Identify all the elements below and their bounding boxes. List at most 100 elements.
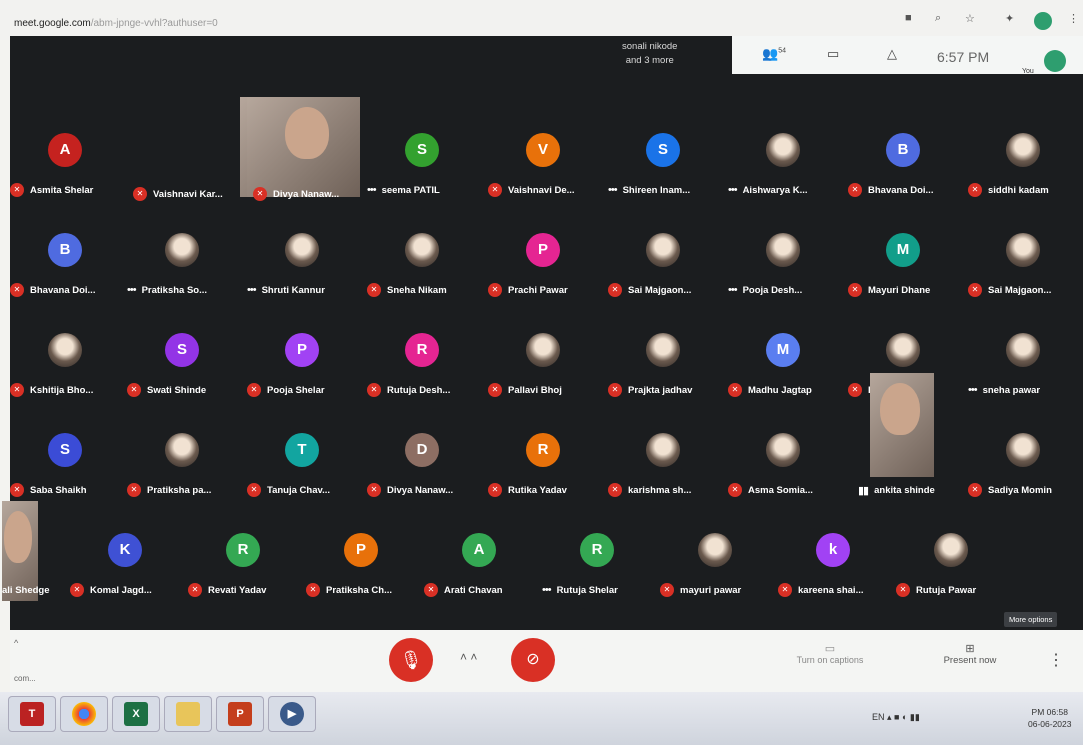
- participant-tile[interactable]: ✕ Vaishnavi Kar...: [127, 97, 353, 211]
- more-controls-arrows-icon[interactable]: ˄ ˄: [460, 650, 477, 664]
- more-options-icon[interactable]: ⋮: [1048, 650, 1064, 670]
- mic-off-icon: 🎙: [399, 650, 423, 670]
- mic-muted-icon: ✕: [728, 383, 742, 397]
- participant-tile[interactable]: A ✕ Asmita Shelar: [10, 111, 130, 211]
- participant-face: [880, 383, 920, 435]
- taskbar-excel[interactable]: X: [112, 696, 160, 732]
- participant-tile[interactable]: R ✕ Revati Yadav: [188, 511, 308, 611]
- speaking-indicator-icon: ▮▮: [858, 484, 869, 497]
- mic-muted-icon: ✕: [127, 383, 141, 397]
- participant-tile[interactable]: K ✕ Komal Jagd...: [70, 511, 190, 611]
- participant-photo: [1006, 333, 1040, 367]
- participant-label: ✕ kareena shai...: [778, 581, 863, 599]
- captions-button[interactable]: ▭ Turn on captions: [785, 642, 875, 665]
- browser-menu-icon[interactable]: ⋮: [1068, 12, 1079, 25]
- you-label: You: [1022, 68, 1034, 75]
- taskbar-clock[interactable]: PM 06:58 06-06-2023: [1028, 706, 1071, 730]
- participant-name: siddhi kadam: [988, 184, 1049, 196]
- taskbar-powerpoint[interactable]: P: [216, 696, 264, 732]
- participant-tile[interactable]: S ✕ Saba Shaikh: [10, 411, 130, 511]
- address-bar[interactable]: meet.google.com/abm-jpnge-vvhl?authuser=…: [14, 18, 218, 29]
- camera-icon[interactable]: ■: [905, 12, 912, 24]
- participant-tile[interactable]: ✕ Rutuja Pawar: [896, 511, 1016, 611]
- system-tray[interactable]: EN ▴ ■ ◐ ▮▮: [872, 712, 920, 723]
- participant-tile[interactable]: ••• Pooja Desh...: [728, 211, 848, 311]
- participant-tile[interactable]: M ✕ Mayuri Dhane: [848, 211, 968, 311]
- participant-tile[interactable]: P ✕ Pratiksha Ch...: [306, 511, 426, 611]
- participant-label: ✕ Prajkta jadhav: [608, 381, 692, 399]
- participant-label: ••• seema PATIL: [367, 181, 440, 199]
- participant-tile[interactable]: ✕ Asma Somia...: [728, 411, 848, 511]
- participant-tile[interactable]: ✕ Sadiya Momin: [968, 411, 1083, 511]
- participant-tile[interactable]: S ✕ Swati Shinde: [127, 311, 247, 411]
- participant-name: Asma Somia...: [748, 484, 813, 496]
- participant-tile[interactable]: ✕ Pratiksha pa...: [127, 411, 247, 511]
- participant-tile[interactable]: ✕ Divya Nanaw...: [247, 97, 367, 211]
- participant-tile[interactable]: D ✕ Divya Nanaw...: [367, 411, 487, 511]
- participant-tile[interactable]: S ••• Shireen Inam...: [608, 111, 728, 211]
- self-avatar[interactable]: [1044, 50, 1066, 72]
- participant-photo: [934, 533, 968, 567]
- participant-tile[interactable]: B ✕ Bhavana Doi...: [10, 211, 130, 311]
- participant-photo: [48, 333, 82, 367]
- mic-off-button[interactable]: 🎙: [389, 638, 433, 682]
- participant-tile[interactable]: A ✕ Arati Chavan: [424, 511, 544, 611]
- participant-tile[interactable]: ✕ Prajkta jadhav: [608, 311, 728, 411]
- participant-tile[interactable]: ✕ Sneha Nikam: [367, 211, 487, 311]
- taskbar-explorer[interactable]: [164, 696, 212, 732]
- participant-tile[interactable]: k ✕ kareena shai...: [778, 511, 898, 611]
- profile-avatar[interactable]: [1034, 12, 1052, 30]
- audio-indicator-icon: •••: [247, 284, 257, 296]
- chat-icon[interactable]: ▭: [827, 46, 839, 62]
- participant-tile[interactable]: P ✕ Pooja Shelar: [247, 311, 367, 411]
- taskbar-media[interactable]: ▶: [268, 696, 316, 732]
- participant-name: Pratiksha So...: [141, 284, 208, 296]
- camera-off-button[interactable]: ⊘: [511, 638, 555, 682]
- participant-tile[interactable]: ✕ Sai Majgaon...: [608, 211, 728, 311]
- taskbar-tally[interactable]: T: [8, 696, 56, 732]
- people-icon[interactable]: 👥54: [762, 46, 786, 62]
- participant-avatar: P: [285, 333, 319, 367]
- participant-tile[interactable]: ••• Shruti Kannur: [247, 211, 367, 311]
- participant-label: ✕ Pooja Shelar: [247, 381, 325, 399]
- participant-tile[interactable]: S ••• seema PATIL: [367, 111, 487, 211]
- participant-avatar: B: [886, 133, 920, 167]
- bookmark-star-icon[interactable]: ☆: [965, 12, 975, 25]
- participant-name: Mayuri Dhane: [868, 284, 931, 296]
- audio-indicator-icon: •••: [608, 184, 618, 196]
- present-now-button[interactable]: ⊞ Present now: [930, 642, 1010, 666]
- participant-tile[interactable]: ✕ karishma sh...: [608, 411, 728, 511]
- participant-tile[interactable]: R ✕ Rutuja Desh...: [367, 311, 487, 411]
- participant-avatar: R: [226, 533, 260, 567]
- participant-tile[interactable]: M ✕ Madhu Jagtap: [728, 311, 848, 411]
- extensions-icon[interactable]: ✦: [1005, 12, 1014, 25]
- participant-tile[interactable]: ••• Pratiksha So...: [127, 211, 247, 311]
- mic-muted-icon: ✕: [253, 187, 267, 201]
- participant-tile[interactable]: R ✕ Rutika Yadav: [488, 411, 608, 511]
- participant-label: ✕ Tanuja Chav...: [247, 481, 330, 499]
- participant-tile[interactable]: P ✕ Prachi Pawar: [488, 211, 608, 311]
- audio-indicator-icon: •••: [728, 184, 738, 196]
- participant-tile[interactable]: ▮▮ ankita shinde: [848, 373, 968, 511]
- meeting-details-chevron[interactable]: ^: [14, 638, 18, 648]
- participant-name: Tanuja Chav...: [267, 484, 330, 496]
- participant-tile[interactable]: ✕ siddhi kadam: [968, 111, 1083, 211]
- zoom-icon[interactable]: ⌕: [935, 12, 941, 25]
- mic-muted-icon: ✕: [10, 183, 24, 197]
- participant-name: Pallavi Bhoj: [508, 384, 562, 396]
- participant-name: Pooja Desh...: [742, 284, 803, 296]
- participant-tile[interactable]: ✕ mayuri pawar: [660, 511, 780, 611]
- participant-tile[interactable]: R ••• Rutuja Shelar: [542, 511, 662, 611]
- participant-tile[interactable]: B ✕ Bhavana Doi...: [848, 111, 968, 211]
- mic-muted-icon: ✕: [848, 383, 862, 397]
- participant-tile[interactable]: V ✕ Vaishnavi De...: [488, 111, 608, 211]
- participant-tile[interactable]: ✕ Kshitija Bho...: [10, 311, 130, 411]
- participant-tile[interactable]: T ✕ Tanuja Chav...: [247, 411, 367, 511]
- taskbar-chrome[interactable]: [60, 696, 108, 732]
- excel-icon: X: [124, 702, 148, 726]
- participant-tile[interactable]: ✕ Sai Majgaon...: [968, 211, 1083, 311]
- activities-icon[interactable]: △: [887, 46, 897, 62]
- participant-tile[interactable]: ••• Aishwarya K...: [728, 111, 848, 211]
- participant-tile[interactable]: ✕ Pallavi Bhoj: [488, 311, 608, 411]
- participant-tile[interactable]: ••• sneha pawar: [968, 311, 1083, 411]
